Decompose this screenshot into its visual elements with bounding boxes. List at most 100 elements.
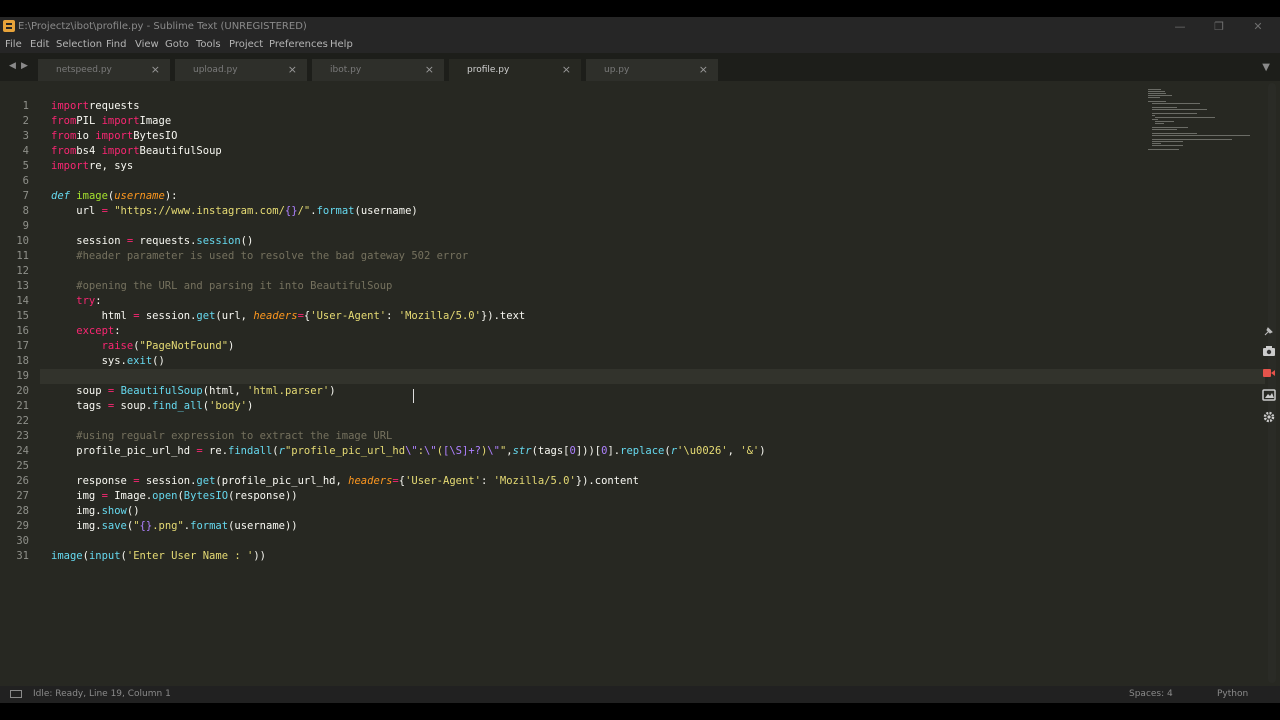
code-line[interactable]: img = Image.open(BytesIO(response))	[51, 489, 297, 504]
tab-next-icon[interactable]: ▶	[21, 61, 28, 71]
code-line[interactable]: session = requests.session()	[51, 234, 253, 249]
tab-close-icon[interactable]: ×	[151, 63, 160, 76]
settings-gear-icon[interactable]	[1262, 411, 1276, 423]
code-line[interactable]: profile_pic_url_hd = re.findall(r"profil…	[51, 444, 765, 459]
line-number: 22	[16, 415, 29, 427]
minimap-line	[1151, 135, 1250, 136]
code-token: replace	[620, 445, 665, 457]
code-view[interactable]: importrequests fromPIL importImage fromio …	[51, 81, 1131, 688]
close-window-button[interactable]: ✕	[1243, 19, 1273, 34]
menu-edit[interactable]: Edit	[30, 39, 49, 50]
code-token: str	[512, 445, 532, 457]
code-token: 'User-Agent'	[405, 475, 481, 487]
menu-selection[interactable]: Selection	[56, 39, 102, 50]
tab-bar: ◀ ▶ netspeed.py × upload.py × ibot.py × …	[0, 53, 1280, 81]
line-number: 7	[22, 190, 29, 202]
code-line[interactable]: tags = soup.find_all('body')	[51, 399, 253, 414]
tab-close-icon[interactable]: ×	[288, 63, 297, 76]
tab-upload[interactable]: upload.py ×	[175, 59, 307, 81]
code-token: requests.	[133, 235, 197, 247]
code-token: tags	[51, 400, 108, 412]
code-line[interactable]: def image(username):	[51, 189, 177, 204]
menu-file[interactable]: File	[5, 39, 22, 50]
code-line[interactable]: img.save("{}.png".format(username))	[51, 519, 297, 534]
menu-preferences[interactable]: Preferences	[269, 39, 328, 50]
code-token: Image	[139, 115, 172, 127]
tab-prev-icon[interactable]: ◀	[9, 61, 16, 71]
code-token: '\u0026'	[677, 445, 728, 457]
code-token: img.	[51, 505, 102, 517]
gallery-icon[interactable]	[1262, 389, 1276, 401]
code-line[interactable]: try:	[51, 294, 101, 309]
code-token: BeautifulSoup	[120, 385, 203, 397]
code-line[interactable]: #using regualr expression to extract the…	[51, 429, 392, 444]
tab-close-icon[interactable]: ×	[562, 63, 571, 76]
code-token: :	[114, 325, 121, 337]
code-line[interactable]: #opening the URL and parsing it into Bea…	[51, 279, 392, 294]
code-token: )	[329, 385, 336, 397]
code-line[interactable]: #header parameter is used to resolve the…	[51, 249, 468, 264]
code-token: requests	[88, 100, 140, 112]
code-line[interactable]: fromPIL importImage	[51, 114, 171, 129]
code-token: ()	[152, 355, 165, 367]
code-line[interactable]: except:	[51, 324, 121, 339]
menu-help[interactable]: Help	[330, 39, 353, 50]
minimap[interactable]	[1145, 81, 1265, 151]
tab-close-icon[interactable]: ×	[699, 63, 708, 76]
code-token: [\S]+?	[443, 445, 481, 457]
line-number: 10	[16, 235, 29, 247]
menu-view[interactable]: View	[135, 39, 159, 50]
code-line[interactable]: url = "https://www.instagram.com/{}/".fo…	[51, 204, 417, 219]
code-token: io	[76, 130, 96, 142]
tab-list-dropdown-icon[interactable]: ▼	[1262, 62, 1270, 73]
code-line[interactable]: img.show()	[51, 504, 139, 519]
minimap-line	[1151, 103, 1201, 104]
code-line[interactable]: html = session.get(url, headers={'User-A…	[51, 309, 526, 324]
code-line[interactable]: response = session.get(profile_pic_url_h…	[51, 474, 639, 489]
show-panel-icon[interactable]	[10, 690, 22, 698]
tab-netspeed[interactable]: netspeed.py ×	[38, 59, 170, 81]
code-token: try	[51, 295, 96, 307]
minimap-line	[1151, 119, 1158, 120]
code-token: import	[95, 130, 134, 142]
line-number: 5	[22, 160, 29, 172]
code-line[interactable]: raise("PageNotFound")	[51, 339, 235, 354]
code-line[interactable]: image(input('Enter User Name : '))	[51, 549, 266, 564]
minimap-line	[1155, 123, 1165, 124]
menu-tools[interactable]: Tools	[196, 39, 221, 50]
status-bar: Idle: Ready, Line 19, Column 1 Spaces: 4…	[0, 686, 1280, 703]
syntax-setting[interactable]: Python	[1217, 689, 1248, 699]
code-line[interactable]: importrequests	[51, 99, 140, 114]
code-token: \"	[405, 445, 418, 457]
code-line[interactable]: sys.exit()	[51, 354, 165, 369]
tab-ibot[interactable]: ibot.py ×	[312, 59, 444, 81]
code-token: import	[51, 100, 89, 112]
minimize-button[interactable]: —	[1165, 19, 1195, 34]
indentation-setting[interactable]: Spaces: 4	[1129, 689, 1173, 699]
tab-label: profile.py	[467, 65, 510, 75]
code-token: 'Enter User Name : '	[126, 550, 254, 562]
code-token: image	[76, 190, 108, 202]
code-token: exit	[126, 355, 153, 367]
menu-project[interactable]: Project	[229, 39, 263, 50]
sublime-logo-icon	[3, 20, 15, 32]
line-number-gutter: 1 2 3 4 5 6 7 8 9 10 11 12 13 14 15 16 17 18 19 20 21 22 23 24 2…	[0, 81, 40, 688]
menu-find[interactable]: Find	[106, 39, 127, 50]
tab-profile[interactable]: profile.py ×	[449, 59, 581, 81]
code-line[interactable]: frombs4 importBeautifulSoup	[51, 144, 222, 159]
code-token: from	[51, 115, 77, 127]
code-line[interactable]: importre, sys	[51, 159, 133, 174]
menu-goto[interactable]: Goto	[165, 39, 189, 50]
code-token: open	[152, 490, 178, 502]
pin-icon[interactable]	[1262, 325, 1276, 337]
code-line[interactable]: fromio importBytesIO	[51, 129, 177, 144]
tab-up[interactable]: up.py ×	[586, 59, 718, 81]
code-line[interactable]: soup = BeautifulSoup(html, 'html.parser'…	[51, 384, 336, 399]
code-token: import	[101, 145, 140, 157]
camera-icon[interactable]	[1262, 345, 1276, 357]
code-token: response	[51, 475, 134, 487]
tab-close-icon[interactable]: ×	[425, 63, 434, 76]
minimap-line	[1148, 91, 1166, 92]
maximize-button[interactable]: ❐	[1204, 19, 1234, 34]
video-record-icon[interactable]	[1262, 367, 1276, 379]
